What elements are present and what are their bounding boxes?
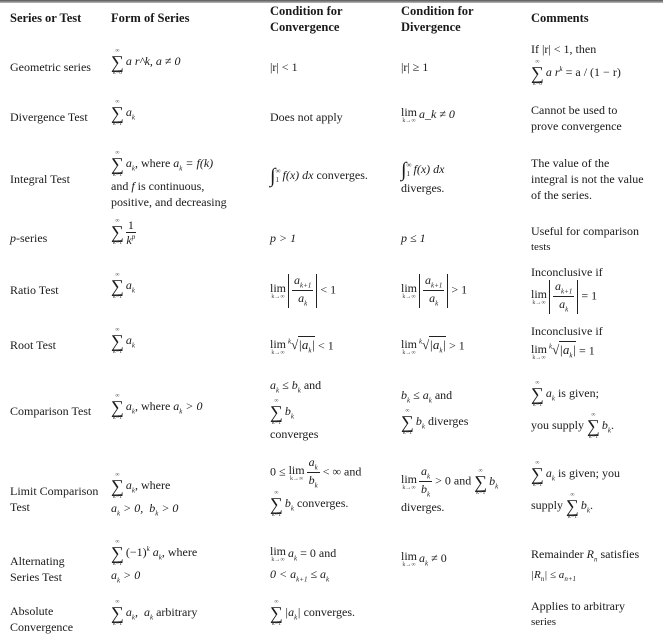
row-limit-comparison-convergence: 0 ≤ lim k→∞ ak bk < ∞ and ∞ ∑ k=1 bk converges… xyxy=(270,455,362,518)
row-limit-comparison-name: Limit Comparison Test xyxy=(10,484,99,514)
row-divergence-divergence: lim k→∞ a_k ≠ 0 xyxy=(401,105,455,125)
row-integral-name: Integral Test xyxy=(10,172,70,186)
row-alternating-divergence: lim k→∞ ak ≠ 0 xyxy=(401,549,447,569)
row-absolute-convergence: ∞ ∑ k=1 |ak| converges. xyxy=(270,599,356,627)
comment-line: Useful for comparison xyxy=(531,224,639,238)
header-series-or-test: Series or Test xyxy=(10,11,82,25)
comment-line: The value of the xyxy=(531,156,610,170)
row-root-divergence: lim k→∞ k√|ak| > 1 xyxy=(401,336,465,356)
header-comments: Comments xyxy=(531,11,589,25)
row-divergence-name: Divergence Test xyxy=(10,110,88,124)
summation-symbol: ∞ ∑ k=1 xyxy=(566,492,579,520)
row-pseries-divergence: p ≤ 1 xyxy=(401,231,426,245)
row-comparison-form: ∞ ∑ k=1 ak, where ak > 0 xyxy=(111,393,203,421)
row-ratio-divergence: lim k→∞ ak+1 ak > 1 xyxy=(401,273,468,308)
row-absolute-form: ∞ ∑ k=1 ak, ak arbitrary xyxy=(111,599,198,627)
row-integral-divergence: ∫ ∞ 1 f(x) dx diverges. xyxy=(401,159,445,195)
summation-symbol: ∞ ∑ k=1 xyxy=(531,460,544,488)
summation-symbol: ∞ ∑ k=1 xyxy=(111,472,124,500)
comment-line: tests xyxy=(531,241,551,253)
summation-symbol: ∞ ∑ k=1 xyxy=(111,539,124,567)
row-absolute-name: Absolute Convergence xyxy=(10,604,74,634)
comment-line: If |r| < 1, then xyxy=(531,42,597,56)
comment-line: Inconclusive if xyxy=(531,324,603,338)
row-ratio-form: ∞ ∑ k=1 ak xyxy=(111,272,135,300)
summation-symbol: ∞ ∑ k=1 xyxy=(587,412,600,440)
summation-symbol: ∞ ∑ k=1 xyxy=(111,99,124,127)
geometric-sum-formula: = a / (1 − r) xyxy=(565,64,621,79)
header-divergence-line1: Condition for xyxy=(401,4,474,18)
row-integral-form: ∞ ∑ k=1 ak, where ak = f(k) and f is contin… xyxy=(111,150,227,209)
summation-symbol: ∞ ∑ k=0 xyxy=(531,59,544,87)
summation-symbol: ∞ ∑ k=1 xyxy=(270,398,283,427)
row-divergence-convergence: Does not apply xyxy=(270,110,343,124)
row-pseries-name: p-series xyxy=(10,231,48,245)
row-root-comment: Inconclusive if lim k→∞ k√|ak| = 1 xyxy=(531,324,603,361)
row-divergence-comment: Cannot be used to prove convergence xyxy=(531,102,622,134)
summation-symbol: ∞ ∑ k=1 xyxy=(111,150,124,178)
comment-line: prove convergence xyxy=(531,119,622,133)
row-comparison-divergence: bk ≤ ak and ∞ ∑ k=1 bk diverges xyxy=(401,388,469,437)
header-convergence-line2: Convergence xyxy=(270,20,340,34)
comment-line: integral is not the value xyxy=(531,172,644,186)
row-root-form: ∞ ∑ k=1 ak xyxy=(111,327,135,355)
row-geometric-form: ∞ ∑ k=0 a r^k, a ≠ 0 xyxy=(111,48,181,76)
row-geometric-divergence: |r| ≥ 1 xyxy=(401,60,429,74)
row-integral-convergence: ∫ ∞ 1 f(x) dx converges. xyxy=(270,165,368,187)
row-divergence-form: ∞ ∑ k=1 ak xyxy=(111,99,135,127)
summation-symbol: ∞ ∑ k=1 xyxy=(270,489,283,518)
comment-line: Inconclusive if xyxy=(531,265,603,279)
row-geometric-convergence: |r| < 1 xyxy=(270,60,298,74)
summation-symbol: ∞ ∑ k=1 xyxy=(474,467,488,496)
row-ratio-comment: Inconclusive if lim k→∞ ak+1 ak = 1 xyxy=(531,265,603,314)
header-convergence-line1: Condition for xyxy=(270,4,343,18)
row-absolute-comment: Applies to arbitrary series xyxy=(531,599,625,628)
summation-symbol: ∞ ∑ k=1 xyxy=(111,393,124,421)
row-geometric-comment: If |r| < 1, then ∞ ∑ k=0 a rk = a / (1 − r) xyxy=(531,42,621,87)
header-form-of-series: Form of Series xyxy=(111,11,190,25)
comment-line: Cannot be used to xyxy=(531,103,618,117)
header-condition-convergence: Condition for Convergence xyxy=(270,3,343,35)
row-comparison-comment: ∞ ∑ k=1 ak is given; you supply ∞ ∑ k=1 bk. xyxy=(531,380,614,440)
row-limit-comparison-form: ∞ ∑ k=1 ak, where ak > 0, bk > 0 xyxy=(111,472,179,518)
row-alternating-form: ∞ ∑ k=1 (−1)k ak, where ak > 0 xyxy=(111,539,198,585)
row-pseries-form: ∞ ∑ k=1 1 kp xyxy=(111,217,136,247)
header-divergence-line2: Divergence xyxy=(401,20,461,34)
row-alternating-name: Alternating Series Test xyxy=(10,554,65,584)
row-pseries-comment: Useful for comparison tests xyxy=(531,223,639,255)
row-pseries-convergence: p > 1 xyxy=(270,231,297,245)
header-condition-divergence: Condition for Divergence xyxy=(401,3,474,35)
row-root-name: Root Test xyxy=(10,338,56,352)
summation-symbol: ∞ ∑ k=1 xyxy=(401,408,414,437)
row-comparison-convergence: ak ≤ bk and ∞ ∑ k=1 bk converges xyxy=(270,378,322,442)
row-geometric-name: Geometric series xyxy=(10,60,91,74)
summation-symbol: ∞ ∑ k=1 xyxy=(111,218,124,246)
summation-symbol: ∞ ∑ k=1 xyxy=(270,599,283,627)
row-integral-comment: The value of the integral is not the val… xyxy=(531,155,644,203)
summation-symbol: ∞ ∑ k=1 xyxy=(111,327,124,355)
row-limit-comparison-comment: ∞ ∑ k=1 ak is given; you supply ∞ ∑ k=1 bk. xyxy=(531,460,620,520)
summation-symbol: ∞ ∑ k=0 xyxy=(111,48,124,76)
row-ratio-name: Ratio Test xyxy=(10,283,59,297)
summation-symbol: ∞ ∑ k=1 xyxy=(111,599,124,627)
summation-symbol: ∞ ∑ k=1 xyxy=(531,380,544,408)
comment-line: of the series. xyxy=(531,188,592,202)
row-ratio-convergence: lim k→∞ ak+1 ak < 1 xyxy=(270,273,337,308)
row-alternating-convergence: lim k→∞ ak = 0 and 0 < ak+1 ≤ ak xyxy=(270,544,337,584)
row-root-convergence: lim k→∞ k√|ak| < 1 xyxy=(270,336,334,356)
row-alternating-comment: Remainder Rn satisfies |Rn| ≤ an+1 xyxy=(531,547,640,584)
row-comparison-name: Comparison Test xyxy=(10,404,92,418)
row-limit-comparison-divergence: lim k→∞ ak bk > 0 and ∞ ∑ k=1 bk diverges. xyxy=(401,464,499,514)
summation-symbol: ∞ ∑ k=1 xyxy=(111,272,124,300)
